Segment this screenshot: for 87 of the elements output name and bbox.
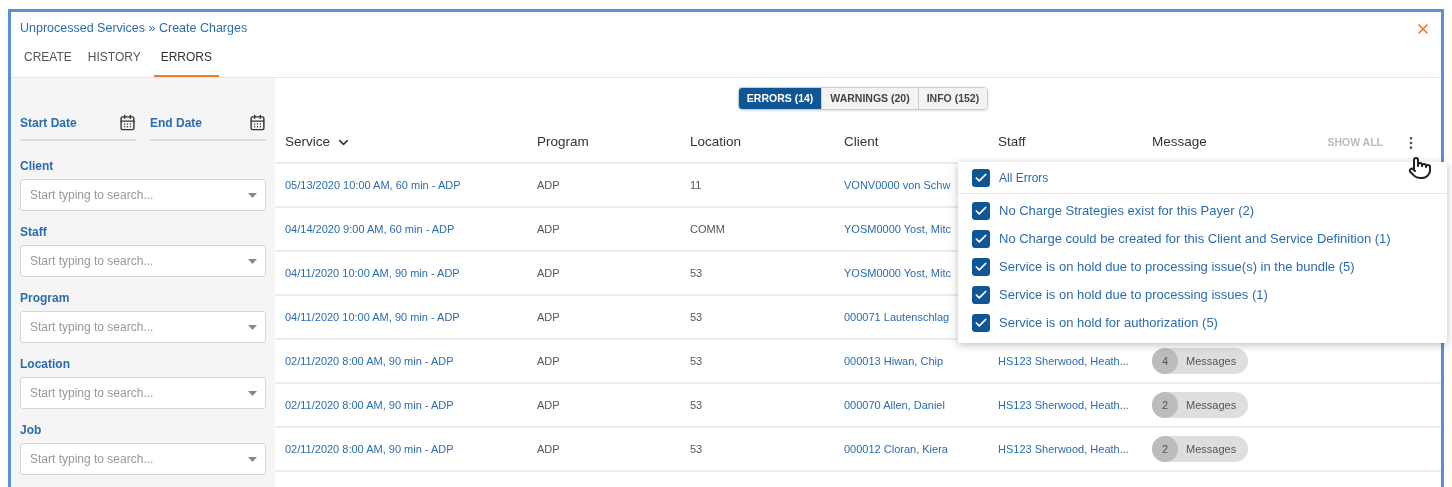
checkbox[interactable] — [972, 314, 990, 332]
table-cell-text: 11 — [690, 177, 703, 193]
check-icon — [974, 204, 988, 218]
client-link[interactable]: 000012 Cloran, Kiera — [844, 442, 948, 455]
dropdown-caret-icon — [248, 391, 257, 396]
table-cell-text: 53 — [690, 353, 704, 369]
date-field[interactable]: Start Date — [20, 108, 136, 141]
staff-link[interactable]: HS123 Sherwood, Heath... — [998, 354, 1129, 367]
field-label: Location — [20, 356, 71, 373]
table-cell-text: 53 — [690, 441, 704, 457]
table-cell-text: ADP — [537, 177, 561, 193]
field-label: Staff — [20, 224, 48, 241]
check-icon — [974, 260, 988, 274]
table-cell-text: ADP — [537, 441, 561, 457]
column-header[interactable]: Staff — [998, 132, 1026, 153]
table-cell-text: ADP — [537, 353, 561, 369]
table-cell-text: ADP — [537, 221, 561, 237]
date-label: Start Date — [20, 114, 77, 132]
table-cell-text: ADP — [537, 309, 561, 325]
segment-tab[interactable]: ERRORS (14) — [738, 88, 823, 109]
segment-tab[interactable]: INFO (152) — [918, 88, 988, 109]
messages-pill[interactable]: 2 Messages — [1152, 436, 1249, 462]
filter-option[interactable]: Service is on hold for authorization (5) — [999, 313, 1218, 333]
count-badge: 4 — [1152, 348, 1178, 374]
filter-option[interactable]: No Charge Strategies exist for this Payer (2) — [999, 201, 1255, 221]
filter-option[interactable]: All Errors — [999, 168, 1049, 187]
search-field[interactable]: Start typing to search... — [20, 443, 266, 475]
search-field[interactable]: Start typing to search... — [20, 245, 266, 277]
staff-link[interactable]: HS123 Sherwood, Heath... — [998, 442, 1129, 455]
table-cell-text: ADP — [537, 397, 561, 413]
dropdown-caret-icon — [248, 457, 257, 462]
filter-option[interactable]: Service is on hold due to processing issues (1) — [999, 285, 1268, 305]
dropdown-caret-icon — [248, 325, 257, 330]
breadcrumb: Unprocessed Services » Create Charges — [20, 20, 248, 38]
table-cell-text: 53 — [690, 309, 704, 325]
date-label: End Date — [150, 114, 202, 132]
service-link[interactable]: 02/11/2020 8:00 AM, 90 min - ADP — [285, 440, 537, 458]
client-link[interactable]: 000070 Allen, Daniel — [844, 398, 945, 411]
client-link[interactable]: 000013 Hiwan, Chip — [844, 354, 944, 367]
service-link[interactable]: 04/14/2020 9:00 AM, 60 min - ADP — [285, 220, 537, 238]
check-icon — [974, 316, 988, 330]
checkbox[interactable] — [972, 202, 990, 220]
calendar-icon[interactable] — [249, 114, 266, 131]
column-header[interactable]: Service — [285, 132, 351, 153]
service-link[interactable]: 02/11/2020 8:00 AM, 90 min - ADP — [285, 396, 537, 414]
count-badge: 2 — [1152, 392, 1178, 418]
client-link[interactable]: 000071 Lautenschlag — [844, 310, 950, 323]
tab[interactable]: CREATE — [21, 48, 75, 77]
client-link[interactable]: YOSM0000 Yost, Mitc — [844, 266, 951, 279]
client-link[interactable]: YOSM0000 Yost, Mitc — [844, 222, 951, 235]
table-cell-text: ADP — [537, 265, 561, 281]
messages-pill[interactable]: 2 Messages — [1152, 392, 1249, 418]
search-field[interactable]: Start typing to search... — [20, 377, 266, 409]
count-badge: 2 — [1152, 436, 1178, 462]
checkbox[interactable] — [972, 230, 990, 248]
field-label: Job — [20, 422, 43, 439]
column-header[interactable]: Location — [690, 132, 742, 153]
service-link[interactable]: 04/11/2020 10:00 AM, 90 min - ADP — [285, 308, 537, 326]
check-icon — [974, 232, 988, 246]
date-field[interactable]: End Date — [150, 108, 266, 141]
field-label: Program — [20, 290, 71, 307]
table-cell-text: COMM — [690, 221, 726, 237]
checkbox[interactable] — [972, 258, 990, 276]
table-cell-text: 53 — [690, 265, 704, 281]
column-header[interactable]: Program — [537, 132, 589, 153]
column-header[interactable]: Message — [1152, 132, 1207, 153]
field-label: Client — [20, 158, 55, 175]
checkbox[interactable] — [972, 286, 990, 304]
filter-option[interactable]: Service is on hold due to processing issue(s) in the bundle (5) — [999, 257, 1355, 277]
staff-link[interactable]: HS123 Sherwood, Heath... — [998, 398, 1129, 411]
check-icon — [974, 288, 988, 302]
column-header[interactable]: Client — [844, 132, 879, 153]
segment-tab[interactable]: WARNINGS (20) — [822, 88, 919, 109]
client-link[interactable]: VONV0000 von Schw — [844, 178, 951, 191]
dropdown-caret-icon — [248, 259, 257, 264]
table-cell-text: 53 — [690, 397, 704, 413]
service-link[interactable]: 02/11/2020 8:00 AM, 90 min - ADP — [285, 352, 537, 370]
calendar-icon[interactable] — [119, 114, 136, 131]
filter-option[interactable]: No Charge could be created for this Client and Service Definition (1) — [999, 229, 1391, 249]
service-link[interactable]: 04/11/2020 10:00 AM, 90 min - ADP — [285, 264, 537, 282]
dropdown-caret-icon — [248, 193, 257, 198]
messages-pill[interactable]: 4 Messages — [1152, 348, 1249, 374]
service-link[interactable]: 05/13/2020 10:00 AM, 60 min - ADP — [285, 176, 537, 194]
tab[interactable]: HISTORY — [84, 48, 144, 77]
search-field[interactable]: Start typing to search... — [20, 179, 266, 211]
checkbox[interactable] — [972, 168, 990, 187]
search-field[interactable]: Start typing to search... — [20, 311, 266, 343]
